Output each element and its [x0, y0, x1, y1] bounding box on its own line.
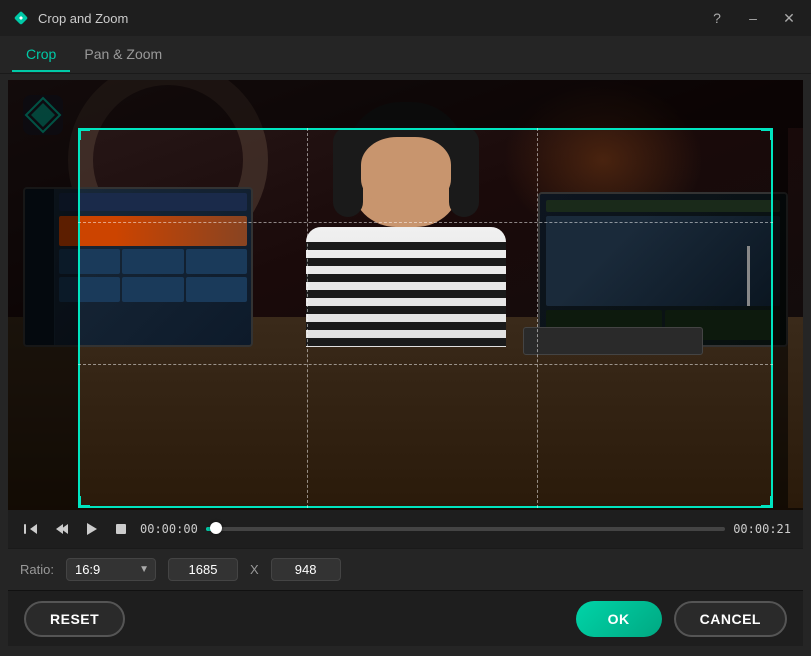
ratio-select[interactable]: Original 16:9 4:3 1:1 9:16 Custom [66, 558, 156, 581]
stripe [306, 306, 506, 314]
monitor-left [23, 187, 253, 347]
rewind-button[interactable] [20, 518, 42, 540]
monitor-row-1 [59, 249, 247, 274]
minimize-button[interactable]: – [743, 8, 763, 28]
video-container [8, 80, 803, 510]
action-buttons-right: OK CANCEL [576, 601, 787, 637]
monitor-left-screen [25, 189, 251, 345]
time-current: 00:00:00 [140, 522, 198, 536]
person [306, 107, 506, 347]
ratio-label: Ratio: [20, 562, 54, 577]
title-bar-left: Crop and Zoom [12, 9, 128, 27]
monitor-right-content [540, 194, 786, 346]
monitor-tile [186, 249, 247, 274]
title-bar: Crop and Zoom ? – ✕ [0, 0, 811, 36]
monitor-right-screen [540, 194, 786, 345]
monitor-right-header [546, 200, 780, 212]
stripe [306, 338, 506, 346]
stripe [306, 322, 506, 330]
main-window: Crop and Zoom ? – ✕ Crop Pan & Zoom [0, 0, 811, 656]
ok-button[interactable]: OK [576, 601, 662, 637]
action-bar: RESET OK CANCEL [8, 590, 803, 646]
ratio-row: Ratio: Original 16:9 4:3 1:1 9:16 Custom… [8, 548, 803, 590]
person-hair-left [333, 127, 363, 217]
help-button[interactable]: ? [707, 8, 727, 28]
stop-button[interactable] [110, 518, 132, 540]
person-head [351, 107, 461, 227]
ratio-select-wrapper: Original 16:9 4:3 1:1 9:16 Custom ▼ [66, 558, 156, 581]
stripe [306, 274, 506, 282]
monitor-tile [59, 249, 120, 274]
tabs-bar: Crop Pan & Zoom [0, 36, 811, 74]
monitor-tile [59, 277, 120, 302]
stripe [306, 290, 506, 298]
monitor-left-content [55, 189, 251, 345]
play-button[interactable] [80, 518, 102, 540]
step-back-button[interactable] [50, 518, 72, 540]
watermark-logo [18, 90, 68, 140]
time-end: 00:00:21 [733, 522, 791, 536]
width-input[interactable] [168, 558, 238, 581]
app-icon [12, 9, 30, 27]
monitor-header [59, 193, 247, 211]
person-face [361, 137, 451, 207]
monitor-tile [122, 249, 183, 274]
stripe [306, 258, 506, 266]
person-hair-right [449, 127, 479, 217]
monitor-tile [186, 277, 247, 302]
monitor-tile [122, 277, 183, 302]
dimension-x-label: X [250, 562, 259, 577]
tab-crop[interactable]: Crop [12, 38, 70, 72]
close-button[interactable]: ✕ [779, 8, 799, 28]
tab-pan-zoom[interactable]: Pan & Zoom [70, 38, 176, 72]
monitor-right-main [546, 216, 780, 306]
monitor-sidebar [25, 189, 55, 345]
monitor-right [538, 192, 788, 347]
video-controls: 00:00:00 00:00:21 [8, 510, 803, 548]
stripe [306, 242, 506, 250]
person-body [306, 227, 506, 347]
eiffel-icon [747, 246, 750, 306]
monitor-row-2 [59, 277, 247, 302]
reset-button[interactable]: RESET [24, 601, 125, 637]
monitor-thumb [59, 216, 247, 246]
cancel-button[interactable]: CANCEL [674, 601, 787, 637]
height-input[interactable] [271, 558, 341, 581]
title-bar-title: Crop and Zoom [38, 11, 128, 26]
title-bar-controls: ? – ✕ [707, 8, 799, 28]
progress-bar[interactable] [206, 527, 725, 531]
keyboard [523, 327, 703, 355]
main-content: 00:00:00 00:00:21 Ratio: Original 16:9 4… [0, 74, 811, 656]
progress-handle[interactable] [210, 522, 222, 534]
